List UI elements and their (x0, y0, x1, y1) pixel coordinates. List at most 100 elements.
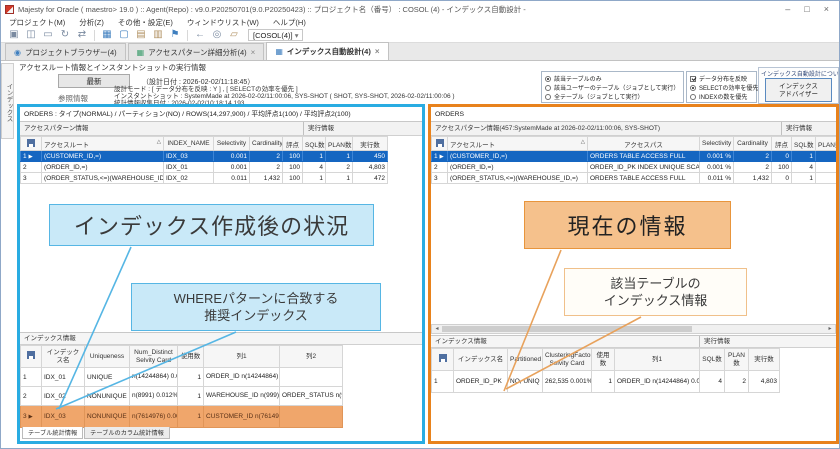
table-row[interactable]: 1 IDX_01 UNIQUE n(14244864) 0.001% 2 1 O… (21, 368, 343, 387)
annotation-after-index-creation: インデックス作成後の状況 (49, 204, 374, 246)
access-pattern-group-label: アクセスパターン情報 (20, 122, 88, 135)
radio-off-icon (690, 94, 696, 100)
exec-info-group-label: 実行情報 (699, 336, 730, 347)
annotation-current-info: 現在の情報 (524, 201, 731, 249)
row-marker-icon: ▶ (28, 414, 32, 420)
scroll-left-icon[interactable]: ◂ (432, 325, 442, 333)
sort-asc-icon[interactable]: △ (581, 139, 585, 145)
scrollbar-thumb[interactable] (442, 326, 692, 332)
design-option-groupbox: データ分布を反映 SELECTの効率を優先 INDEXの数を優先 (686, 71, 757, 103)
table-row[interactable]: 2 (ORDER_ID,=)IDX_01 0.0012 1004 24,803 (21, 162, 388, 173)
menu-windowlist[interactable]: ウィンドウリスト(W) (187, 17, 259, 28)
tab-index-auto-design[interactable]: ▦ インデックス自動設計(4) × (266, 42, 388, 60)
toolbar-separator (94, 30, 95, 41)
horizontal-scrollbar[interactable]: ◂ ▸ (431, 324, 836, 334)
tab-column-stats[interactable]: テーブルのカラム統計情報 (84, 427, 170, 439)
scroll-right-icon[interactable]: ▸ (825, 325, 835, 333)
table-row[interactable]: 3 (ORDER_STATUS,<=)(WAREHOUSE_ID,=)IDX_0… (21, 173, 388, 184)
menu-project[interactable]: プロジェクト(M) (9, 17, 65, 28)
row-marker-icon: ▶ (439, 154, 443, 160)
menu-settings[interactable]: その他・設定(E) (118, 17, 173, 28)
scope-combobox[interactable]: [COSOL(4)] ▾ (248, 29, 303, 41)
report-icon[interactable]: ▤ (134, 29, 148, 41)
after-index-panel: ORDERS : タイプ(NORMAL) / パーティション(NO) / ROW… (17, 104, 425, 444)
access-pattern-group-label: アクセスパターン情報(457:SystemMade at 2026-02-02/… (431, 122, 779, 135)
menu-analysis[interactable]: 分析(Z) (79, 17, 104, 28)
back-arrow-icon[interactable]: ← (193, 29, 207, 41)
radio-off-icon (545, 85, 551, 91)
target-icon[interactable]: ◎ (210, 29, 224, 41)
refresh-icon[interactable]: ↻ (58, 29, 72, 41)
page-subtitle: アクセスルート情報とインスタントショットの実行情報 (19, 62, 206, 73)
table-row-highlighted[interactable]: 3 ▶ IDX_03 NONUNIQUE n(7614976) 0.001% 2… (21, 406, 343, 428)
grid-icon: ▦ (275, 47, 283, 56)
radio-target-table-only[interactable]: 該当テーブルのみ (545, 74, 680, 83)
table-row[interactable]: 1 ORDER_ID_PK NO, UNIQ 262,535 0.001% 2 … (432, 371, 780, 393)
index-info-header-left: インデックス情報 (20, 332, 422, 345)
side-vertical-tab[interactable]: インデックス (1, 63, 14, 139)
windows-cascade-icon[interactable]: ◫ (24, 29, 38, 41)
table-row[interactable]: 1 ▶ (CUSTOMER_ID,=)IDX_03 0.0012 1001 14… (21, 151, 388, 162)
table-row[interactable]: 2 (ORDER_ID,=)ORDER_ID_PK INDEX UNIQUE S… (432, 162, 837, 173)
table-summary-left: ORDERS : タイプ(NORMAL) / パーティション(NO) / ROW… (20, 107, 422, 122)
notebook-icon[interactable]: ▥ (151, 29, 165, 41)
tab-table-stats[interactable]: テーブル統計情報 (22, 427, 83, 439)
table-summary-right: ORDERS (431, 107, 836, 122)
grid-icon: ▦ (137, 48, 145, 57)
group-header-right: アクセスパターン情報(457:SystemMade at 2026-02-02/… (431, 122, 836, 136)
index-info-header-right: インデックス情報 実行情報 (431, 335, 836, 348)
toolbar-separator (187, 30, 188, 41)
row-marker-icon: ▶ (28, 154, 32, 160)
save-icon[interactable] (21, 137, 42, 151)
exec-info-group-label: 実行情報 (303, 122, 422, 135)
access-pattern-table-right: アクセスルート△ アクセスパス Selectivity Cardinality … (431, 136, 836, 184)
tab-project-browser[interactable]: ◉ プロジェクトブラウザー(4) (5, 43, 126, 60)
table-row[interactable]: 1 ▶ (CUSTOMER_ID,=)ORDERS TABLE ACCESS F… (432, 151, 837, 162)
reference-info-label: 参照情報 (58, 93, 88, 104)
close-icon[interactable]: × (824, 4, 829, 14)
sync-icon[interactable]: ⇄ (75, 29, 89, 41)
save-icon[interactable] (432, 349, 454, 371)
browser-icon: ◉ (14, 48, 21, 57)
advisor-panel: インデックス自動設計について インデックス アドバイザー (758, 67, 839, 104)
monitor-icon[interactable]: ▢ (117, 29, 131, 41)
table-row[interactable]: 3 (ORDER_STATUS,<=)(WAREHOUSE_ID,=)ORDER… (432, 173, 837, 184)
menu-bar: プロジェクト(M) 分析(Z) その他・設定(E) ウィンドウリスト(W) ヘル… (1, 17, 839, 28)
radio-index-count[interactable]: INDEXの数を優先 (690, 92, 753, 101)
radio-off-icon (545, 94, 551, 100)
chevron-down-icon: ▾ (295, 31, 299, 40)
tab-access-pattern-analysis[interactable]: ▦ アクセスパターン詳細分析(4) × (128, 43, 265, 60)
minimize-icon[interactable]: – (785, 4, 790, 14)
maximize-icon[interactable]: □ (804, 4, 809, 14)
app-window: Majesty for Oracle ( maestro> 19.0 ) :: … (0, 0, 840, 449)
radio-select-efficiency[interactable]: SELECTの効率を優先 (690, 83, 753, 92)
tab-close-icon[interactable]: × (375, 47, 380, 56)
tab-strip: ◉ プロジェクトブラウザー(4) ▦ アクセスパターン詳細分析(4) × ▦ イ… (1, 43, 839, 61)
window-icon[interactable]: ▣ (7, 29, 21, 41)
exec-info-group-label: 実行情報 (781, 122, 836, 135)
folder-open-icon[interactable]: ▭ (41, 29, 55, 41)
table-row[interactable]: 2 IDX_02 NONUNIQUE n(8991) 0.012% 1591 1… (21, 387, 343, 406)
target-scope-groupbox: 該当テーブルのみ 該当ユーザーのテーブル（ジョブとして実行） 全テーブル（ジョブ… (541, 71, 684, 103)
checkbox-reflect-distribution[interactable]: データ分布を反映 (690, 74, 753, 83)
index-advisor-button[interactable]: インデックス アドバイザー (765, 78, 832, 102)
checkbox-checked-icon (690, 76, 696, 82)
annotation-where-pattern-recommended-index: WHEREパターンに合致する 推奨インデックス (131, 283, 381, 331)
tab-close-icon[interactable]: × (251, 48, 256, 57)
app-icon (5, 5, 14, 14)
save-icon[interactable] (21, 346, 42, 368)
radio-all-tables-job[interactable]: 全テーブル（ジョブとして実行） (545, 92, 680, 101)
menu-help[interactable]: ヘルプ(H) (273, 17, 306, 28)
radio-on-icon (690, 85, 696, 91)
sort-asc-icon[interactable]: △ (157, 139, 161, 145)
table-grid-icon[interactable]: ▦ (100, 29, 114, 41)
save-icon[interactable] (432, 137, 448, 151)
stats-tab-bar: テーブル統計情報 テーブルのカラム統計情報 (22, 427, 171, 439)
index-table-right: インデックス名 Partitioned ClusteringFactor Sel… (431, 348, 780, 393)
radio-user-tables-job[interactable]: 該当ユーザーのテーブル（ジョブとして実行） (545, 83, 680, 92)
annotation-table-index-info: 該当テーブルの インデックス情報 (564, 268, 747, 316)
radio-on-icon (545, 76, 551, 82)
folder-icon[interactable]: ▱ (227, 29, 241, 41)
index-table-left: インデックス名 Uniqueness Num_Distinct Selvity … (20, 345, 343, 428)
flag-icon[interactable]: ⚑ (168, 29, 182, 41)
